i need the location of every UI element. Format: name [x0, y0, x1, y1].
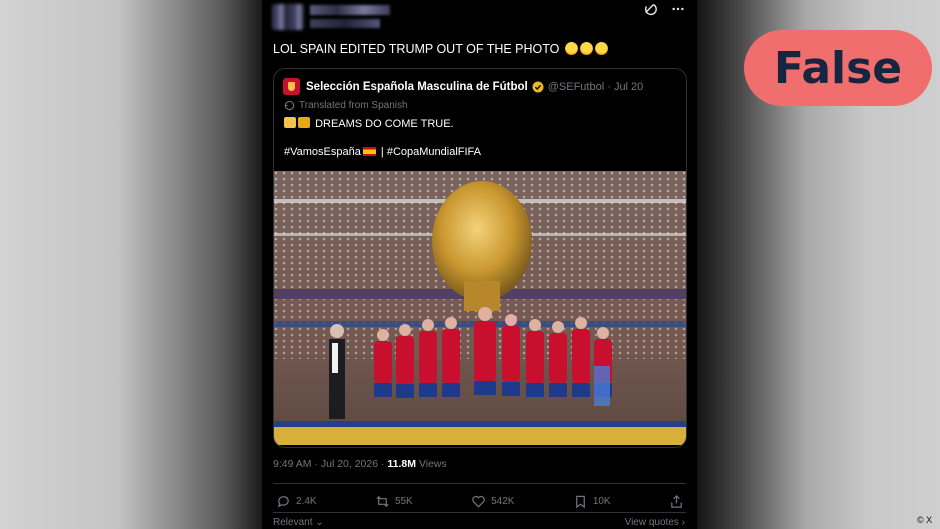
reply-button[interactable]: 2.4K [276, 494, 317, 509]
top-icons [643, 2, 685, 21]
reply-count: 2.4K [296, 496, 317, 507]
translate-icon [284, 100, 295, 111]
quoted-hashtags: #VamosEspaña | #CopaMundialFIFA [284, 146, 481, 158]
like-button[interactable]: 542K [471, 494, 514, 509]
bookmark-icon [575, 495, 585, 509]
laughing-emoji-icon [579, 42, 593, 55]
tweet-text-content: LOL SPAIN EDITED TRUMP OUT OF THE PHOTO [273, 42, 560, 56]
replies-controls: Relevant ⌄ View quotes › [273, 517, 685, 528]
verdict-label: False [773, 42, 903, 94]
tweet-meta: 9:49 AM · Jul 20, 2026 · 11.8M Views [273, 458, 447, 470]
bookmark-button[interactable]: 10K [573, 494, 611, 509]
reply-icon [277, 496, 289, 508]
blurred-avatar [272, 4, 304, 30]
federation-logo [283, 78, 300, 95]
like-icon [472, 495, 485, 508]
translated-label: Translated from Spanish [299, 100, 408, 111]
repost-button[interactable]: 55K [375, 494, 413, 509]
chevron-right-icon: › [681, 517, 685, 528]
divider-bottom [273, 512, 686, 513]
tweet-screen: LOL SPAIN EDITED TRUMP OUT OF THE PHOTO … [262, 0, 697, 529]
action-bar: 2.4K 55K 542K 10K [276, 494, 684, 509]
blurred-handle [310, 19, 380, 28]
background-left [0, 0, 262, 529]
views-label: Views [418, 458, 447, 470]
chevron-down-icon: ⌄ [315, 517, 324, 528]
translated-note[interactable]: Translated from Spanish [284, 100, 408, 111]
trophy-icon [298, 117, 310, 128]
like-count: 542K [491, 496, 515, 507]
repost-icon [376, 495, 389, 508]
more-icon[interactable] [671, 2, 685, 21]
laughing-emoji-icon [564, 42, 578, 55]
blurred-username [310, 5, 390, 15]
tweet-time[interactable]: 9:49 AM · Jul 20, 2026 · [273, 458, 384, 470]
quoted-text: DREAMS DO COME TRUE. [315, 118, 454, 130]
tweet-text: LOL SPAIN EDITED TRUMP OUT OF THE PHOTO [273, 42, 608, 56]
quoted-name[interactable]: Selección Española Masculina de Fútbol [306, 81, 528, 93]
view-quotes-label: View quotes [624, 517, 679, 528]
image-credit: © X [917, 515, 932, 525]
hashtag-vamos-espana[interactable]: #VamosEspaña [284, 146, 361, 158]
quoted-header: Selección Española Masculina de Fútbol @… [283, 78, 643, 95]
divider-top [273, 483, 686, 484]
views-count: 11.8M [387, 458, 417, 470]
repost-count: 55K [394, 496, 413, 507]
hashtag-copa-mundial[interactable]: | #CopaMundialFIFA [381, 146, 481, 158]
grok-icon[interactable] [643, 2, 657, 21]
celebration-photo-illustration [274, 171, 686, 445]
celebration-photo[interactable] [274, 171, 686, 445]
laughing-emoji-icon [594, 42, 608, 55]
credit-source: X [926, 515, 933, 525]
spain-flag-icon [362, 147, 376, 156]
bookmark-count: 10K [592, 496, 611, 507]
quoted-handle: @SEFutbol · Jul 20 [547, 80, 644, 93]
copyright-icon: © [917, 515, 924, 525]
relevant-label: Relevant [273, 517, 313, 528]
view-quotes-link[interactable]: View quotes › [625, 517, 685, 528]
quoted-tweet[interactable]: Selección Española Masculina de Fútbol @… [273, 68, 687, 448]
relevant-sort-dropdown[interactable]: Relevant ⌄ [273, 517, 324, 528]
verified-badge-icon [532, 81, 544, 92]
share-button[interactable] [669, 494, 684, 509]
share-icon [671, 495, 682, 508]
verdict-badge: False [744, 30, 932, 106]
raised-hands-icon [284, 117, 296, 128]
quoted-line-1: DREAMS DO COME TRUE. [284, 117, 454, 130]
